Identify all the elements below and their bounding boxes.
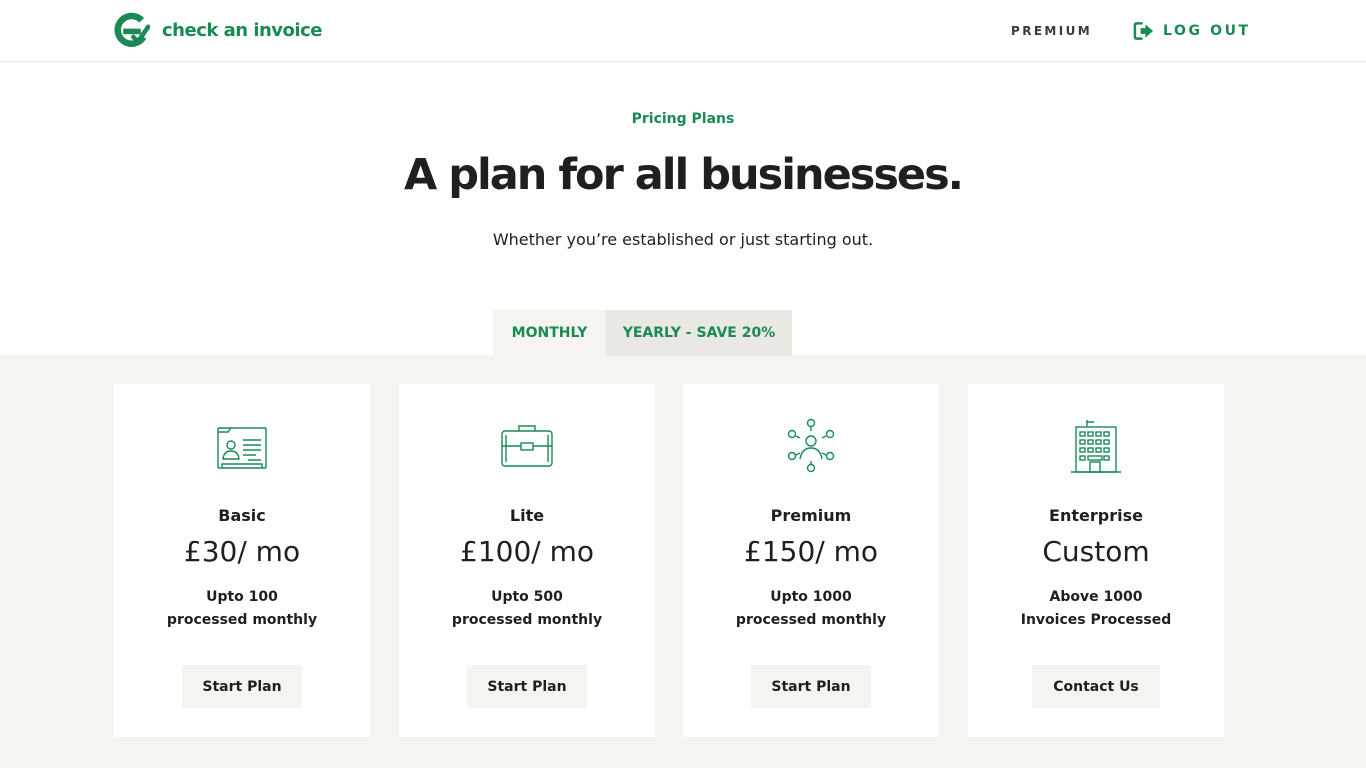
plan-card-enterprise: Enterprise Custom Above 1000 Invoices Pr… — [968, 384, 1224, 737]
logout-button[interactable]: LOG OUT — [1133, 21, 1251, 41]
office-building-icon — [1071, 420, 1121, 473]
plan-limit: Above 1000 — [1049, 589, 1143, 605]
network-icon — [787, 418, 835, 473]
plan-price: £30/ mo — [183, 535, 301, 568]
nav-premium-link[interactable]: PREMIUM — [1011, 24, 1092, 38]
billing-toggle: MONTHLY YEARLY - SAVE 20% — [493, 310, 792, 356]
plan-limit: Upto 500 — [491, 589, 563, 605]
plan-limit: Upto 100 — [206, 589, 278, 605]
page-subtitle: Whether you’re established or just start… — [492, 230, 874, 249]
plan-name: Premium — [770, 506, 852, 525]
plan-name: Enterprise — [1049, 506, 1143, 525]
plan-name: Lite — [509, 506, 545, 525]
pricing-eyebrow: Pricing Plans — [631, 111, 735, 127]
plan-card-basic: Basic £30/ mo Upto 100 processed monthly… — [114, 384, 370, 737]
top-header: check an invoice PREMIUM LOG OUT — [0, 0, 1366, 62]
plan-price: £100/ mo — [460, 535, 594, 568]
plan-limit-detail: Invoices Processed — [1020, 612, 1172, 628]
briefcase-icon — [501, 425, 553, 467]
start-plan-premium-button[interactable]: Start Plan — [751, 665, 871, 708]
logout-icon — [1133, 22, 1154, 40]
page-title: A plan for all businesses. — [403, 150, 964, 200]
plan-card-premium: Premium £150/ mo Upto 1000 processed mon… — [683, 384, 939, 737]
brand-name: check an invoice — [162, 20, 322, 41]
tab-monthly[interactable]: MONTHLY — [493, 310, 606, 356]
start-plan-lite-button[interactable]: Start Plan — [467, 665, 587, 708]
plan-limit-detail: processed monthly — [735, 612, 887, 628]
tab-yearly[interactable]: YEARLY - SAVE 20% — [606, 310, 792, 356]
plan-limit-detail: processed monthly — [451, 612, 603, 628]
plan-limit-detail: processed monthly — [166, 612, 318, 628]
id-card-icon — [217, 427, 267, 469]
check-logo-icon — [114, 12, 150, 47]
plan-name: Basic — [218, 506, 266, 525]
plan-limit: Upto 1000 — [770, 589, 852, 605]
plan-price: Custom — [1042, 535, 1150, 568]
brand-logo[interactable]: check an invoice — [113, 12, 322, 49]
plan-price: £150/ mo — [744, 535, 878, 568]
logout-label: LOG OUT — [1163, 23, 1251, 39]
contact-us-button[interactable]: Contact Us — [1032, 665, 1160, 708]
plan-card-lite: Lite £100/ mo Upto 500 processed monthly… — [399, 384, 655, 737]
start-plan-basic-button[interactable]: Start Plan — [182, 665, 302, 708]
